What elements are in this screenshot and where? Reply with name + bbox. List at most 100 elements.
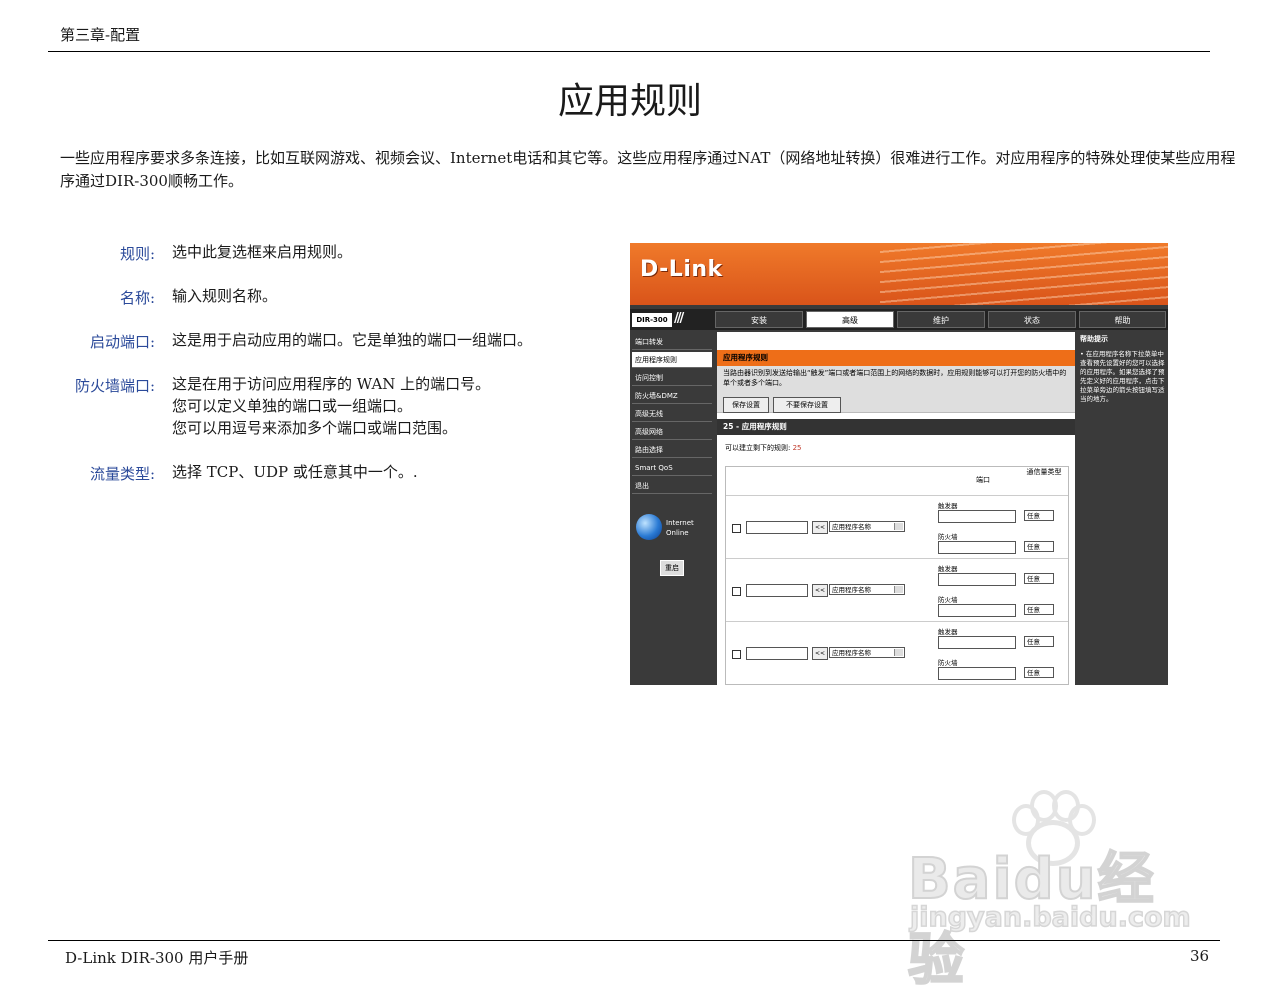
sidebar-item-access-control[interactable]: 访问控制 [632,370,712,386]
sidebar-item-logout[interactable]: 退出 [632,478,712,494]
trigger-type-select[interactable]: 任意 [1024,573,1054,584]
sidebar-item-port-forwarding[interactable]: 端口转发 [632,334,712,350]
trigger-port-input[interactable] [938,636,1016,649]
application-name-select[interactable]: 应用程序名称 [829,584,905,595]
trigger-label: 触发器 [938,628,958,636]
desc-line: 您可以用逗号来添加多个端口或端口范围。 [172,419,458,437]
router-sidebar: 端口转发 应用程序规则 访问控制 防火墙&DMZ 高级无线 高级网络 路由选择 … [630,332,714,685]
firewall-type-select[interactable]: 任意 [1024,667,1054,678]
sidebar-item-advanced-wireless[interactable]: 高级无线 [632,406,712,422]
rule-enable-checkbox[interactable] [732,524,741,533]
footer-divider [48,940,1220,941]
router-navbar: DIR-300 /// 安装 高级 维护 状态 帮助 [630,309,1168,330]
help-sidebar: 帮助提示 • 在应用程序名称下拉菜单中查看预先设置好的您可以选择的应用程序。如果… [1078,332,1168,685]
term-rule: 规则: [119,245,155,263]
application-name-select[interactable]: 应用程序名称 [829,521,905,532]
save-settings-button[interactable]: 保存设置 [723,397,769,413]
sidebar-item-firewall-dmz[interactable]: 防火墙&DMZ [632,388,712,404]
router-banner: D-Link [630,243,1168,305]
header-divider [48,51,1210,52]
table-row: << 应用程序名称 触发器 任意 防火墙 任意 [726,495,1068,558]
firewall-label: 防火墙 [938,596,958,604]
router-screenshot: D-Link DIR-300 /// 安装 高级 维护 状态 帮助 端口转发 应… [630,243,1168,685]
footer-manual-title: D-Link DIR-300 用户手册 [65,949,249,967]
trigger-type-select[interactable]: 任意 [1024,636,1054,647]
desc-line: 选择 TCP、UDP 或任意其中一个。. [172,463,418,481]
firewall-port-input[interactable] [938,667,1016,680]
firewall-port-input[interactable] [938,541,1016,554]
term-trigger-port: 启动端口: [89,333,155,351]
sidebar-item-application-rules[interactable]: 应用程序规则 [632,352,712,368]
trigger-type-select[interactable]: 任意 [1024,510,1054,521]
watermark-url: jingyan.baidu.com [909,901,1191,934]
sidebar-item-advanced-network[interactable]: 高级网络 [632,424,712,440]
desc-name: 输入规则名称。 [172,285,277,307]
rule-name-input[interactable] [746,584,808,597]
help-title: 帮助提示 [1080,335,1108,343]
application-name-select[interactable]: 应用程序名称 [829,647,905,658]
router-main-panel: 应用程序规则 当路由器识别到发送给输出“触发”端口或者端口范围上的网络的数据时，… [717,332,1075,685]
tab-advanced[interactable]: 高级 [806,311,894,328]
desc-line: 选中此复选框来启用规则。 [172,243,353,261]
table-row: << 应用程序名称 触发器 任意 防火墙 任意 [726,558,1068,621]
rule-name-input[interactable] [746,521,808,534]
help-text: • 在应用程序名称下拉菜单中查看预先设置好的您可以选择的应用程序。如果您选择了预… [1080,350,1165,403]
dlink-logo: D-Link [640,257,723,282]
desc-traffic-type: 选择 TCP、UDP 或任意其中一个。. [172,461,418,483]
firewall-type-select[interactable]: 任意 [1024,541,1054,552]
desc-rule: 选中此复选框来启用规则。 [172,241,352,263]
term-traffic-type: 流量类型: [89,465,155,483]
chapter-header: 第三章-配置 [60,26,141,44]
tab-setup[interactable]: 安装 [715,311,803,328]
rule-name-input[interactable] [746,647,808,660]
trigger-label: 触发器 [938,565,958,573]
rule-enable-checkbox[interactable] [732,587,741,596]
model-label: DIR-300 [632,313,672,327]
intro-paragraph: 一些应用程序要求多条连接，比如互联网游戏、视频会议、Internet电话和其它等… [60,149,1236,190]
table-row: << 应用程序名称 触发器 任意 防火墙 任意 [726,621,1068,684]
sidebar-item-smart-qos[interactable]: Smart QoS [632,460,712,476]
sidebar-item-routing[interactable]: 路由选择 [632,442,712,458]
rule-enable-checkbox[interactable] [732,650,741,659]
trigger-port-input[interactable] [938,510,1016,523]
firewall-type-select[interactable]: 任意 [1024,604,1054,615]
copy-app-name-button[interactable]: << [812,647,828,660]
firewall-label: 防火墙 [938,533,958,541]
firewall-port-input[interactable] [938,604,1016,617]
rules-table: 端口 通信量类型 << 应用程序名称 触发器 任意 防火墙 任意 << 应用程序… [725,466,1069,685]
tab-help[interactable]: 帮助 [1079,311,1166,328]
page-number: 36 [1190,947,1210,965]
column-header-port: 端口 [976,476,990,484]
term-name: 名称: [119,289,155,307]
rules-remaining-count: 25 [792,444,802,452]
section-title: 应用程序规则 [717,350,1075,366]
trigger-port-input[interactable] [938,573,1016,586]
baidu-watermark: Baidu经验 jingyan.baidu.com [907,790,1208,994]
reboot-button[interactable]: 重启 [660,560,684,576]
model-slashes-icon: /// [674,311,684,326]
internet-status-line: Online [666,529,689,537]
internet-globe-icon [636,514,662,540]
term-firewall-port: 防火墙端口: [74,377,155,395]
desc-line: 这是在用于访问应用程序的 WAN 上的端口号。 [172,375,491,393]
desc-line: 这是用于启动应用的端口。它是单独的端口一组端口。 [172,331,533,349]
rules-section-title: 25 - 应用程序规则 [717,419,1075,435]
desc-line: 输入规则名称。 [172,287,278,305]
dont-save-settings-button[interactable]: 不要保存设置 [773,397,841,413]
section-description: 当路由器识别到发送给输出“触发”端口或者端口范围上的网络的数据时，应用规则能够可… [723,369,1067,387]
desc-trigger-port: 这是用于启动应用的端口。它是单独的端口一组端口。 [172,329,532,351]
banner-swoosh [880,243,1168,305]
firewall-label: 防火墙 [938,659,958,667]
trigger-label: 触发器 [938,502,958,510]
internet-status-line: Internet [666,519,694,527]
desc-firewall-port: 这是在用于访问应用程序的 WAN 上的端口号。 您可以定义单独的端口或一组端口。… [172,373,490,439]
application-rules-section: 应用程序规则 当路由器识别到发送给输出“触发”端口或者端口范围上的网络的数据时，… [717,350,1075,413]
copy-app-name-button[interactable]: << [812,584,828,597]
internet-status: Internet Online [666,518,694,538]
rules-remaining: 可以建立剩下的规则: 25 [725,443,802,453]
tab-maintenance[interactable]: 维护 [897,311,985,328]
column-header-traffic-type: 通信量类型 [1026,468,1062,476]
copy-app-name-button[interactable]: << [812,521,828,534]
tab-status[interactable]: 状态 [988,311,1076,328]
rules-remaining-label: 可以建立剩下的规则: [725,444,791,452]
